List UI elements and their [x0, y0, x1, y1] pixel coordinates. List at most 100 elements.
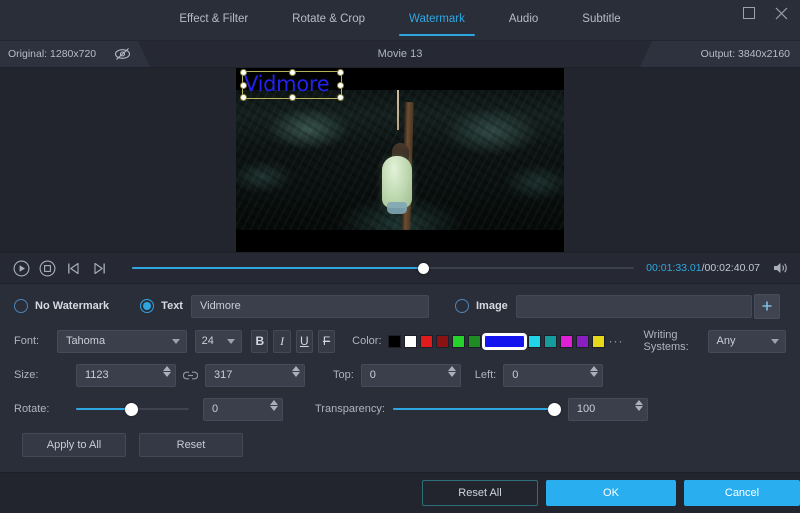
- letterbox-bottom: [236, 230, 564, 252]
- size-height-value: 317: [214, 369, 232, 381]
- writing-systems-select[interactable]: Any: [708, 330, 786, 353]
- play-circle-icon: [13, 260, 30, 277]
- watermark-selection-box[interactable]: Vidmore: [242, 71, 342, 99]
- maximize-icon: [743, 7, 755, 19]
- italic-button[interactable]: I: [273, 330, 290, 353]
- size-position-row: Size: 1123 317 Top: 0 Left:: [14, 360, 786, 390]
- seek-handle[interactable]: [418, 263, 429, 274]
- writing-systems-value: Any: [717, 335, 736, 347]
- previous-frame-button[interactable]: [62, 257, 84, 279]
- radio-image-watermark[interactable]: [455, 299, 469, 313]
- close-button[interactable]: [770, 3, 792, 23]
- cancel-button[interactable]: Cancel: [684, 480, 800, 506]
- seek-bar[interactable]: [132, 258, 634, 278]
- reset-button[interactable]: Reset: [139, 433, 243, 457]
- color-swatch[interactable]: [388, 335, 401, 348]
- color-swatch[interactable]: [452, 335, 465, 348]
- radio-no-watermark[interactable]: [14, 299, 28, 313]
- watermark-text-input[interactable]: [191, 295, 429, 318]
- radio-image-watermark-label[interactable]: Image: [476, 300, 508, 312]
- size-width-value: 1123: [85, 369, 109, 381]
- watermark-image-path-input[interactable]: [516, 295, 752, 318]
- rotate-stepper[interactable]: 0: [203, 398, 283, 421]
- preview-toggle-button[interactable]: [112, 45, 132, 63]
- resize-handle-top-left[interactable]: [240, 69, 247, 76]
- color-swatch[interactable]: [528, 335, 541, 348]
- tab-subtitle[interactable]: Subtitle: [560, 0, 642, 40]
- top-value: 0: [370, 369, 376, 381]
- color-swatch[interactable]: [544, 335, 557, 348]
- video-stage[interactable]: Vidmore: [236, 68, 564, 252]
- color-swatch[interactable]: [592, 335, 605, 348]
- radio-text-watermark[interactable]: [140, 299, 154, 313]
- slider-handle[interactable]: [125, 403, 138, 416]
- stepper-arrows[interactable]: [590, 366, 598, 377]
- resize-handle-top-right[interactable]: [337, 69, 344, 76]
- aspect-ratio-link-button[interactable]: [183, 370, 198, 381]
- tab-bar: Effect & Filter Rotate & Crop Watermark …: [0, 0, 800, 40]
- strikethrough-button[interactable]: F: [318, 330, 335, 353]
- add-image-button[interactable]: [754, 294, 780, 319]
- swing-rope: [397, 90, 399, 130]
- size-label: Size:: [14, 369, 76, 381]
- next-frame-button[interactable]: [88, 257, 110, 279]
- stepper-arrows[interactable]: [635, 400, 643, 411]
- playback-controls-bar: 00:01:33.01/00:02:40.07: [0, 252, 800, 284]
- volume-button[interactable]: [770, 258, 790, 278]
- stepper-arrows[interactable]: [163, 366, 171, 377]
- tab-effect-filter[interactable]: Effect & Filter: [157, 0, 270, 40]
- slider-handle[interactable]: [548, 403, 561, 416]
- tab-watermark[interactable]: Watermark: [387, 0, 487, 40]
- play-button[interactable]: [10, 257, 32, 279]
- tab-label: Subtitle: [582, 13, 620, 25]
- resize-handle-top-center[interactable]: [289, 69, 296, 76]
- plus-icon: [761, 300, 773, 312]
- transparency-stepper[interactable]: 100: [568, 398, 648, 421]
- color-swatch[interactable]: [468, 335, 481, 348]
- color-swatch[interactable]: [436, 335, 449, 348]
- reset-all-button[interactable]: Reset All: [422, 480, 538, 506]
- window-controls: [738, 3, 792, 23]
- color-label: Color:: [352, 335, 381, 347]
- rotate-slider[interactable]: [76, 400, 189, 418]
- resize-handle-bottom-center[interactable]: [289, 94, 296, 101]
- writing-systems-label: Writing Systems:: [644, 329, 701, 353]
- color-swatch[interactable]: [560, 335, 573, 348]
- ok-button[interactable]: OK: [546, 480, 676, 506]
- resize-handle-middle-left[interactable]: [240, 82, 247, 89]
- stop-button[interactable]: [36, 257, 58, 279]
- top-stepper[interactable]: 0: [361, 364, 461, 387]
- chevron-down-icon: [227, 339, 235, 344]
- stepper-arrows[interactable]: [448, 366, 456, 377]
- rotate-label: Rotate:: [14, 403, 76, 415]
- resize-handle-bottom-left[interactable]: [240, 94, 247, 101]
- bold-button[interactable]: B: [251, 330, 268, 353]
- size-width-stepper[interactable]: 1123: [76, 364, 176, 387]
- link-icon: [183, 370, 198, 381]
- apply-to-all-button[interactable]: Apply to All: [22, 433, 126, 457]
- size-height-stepper[interactable]: 317: [205, 364, 305, 387]
- font-family-value: Tahoma: [66, 335, 105, 347]
- maximize-button[interactable]: [738, 3, 760, 23]
- font-family-select[interactable]: Tahoma: [57, 330, 187, 353]
- radio-no-watermark-label[interactable]: No Watermark: [35, 300, 109, 312]
- resize-handle-bottom-right[interactable]: [337, 94, 344, 101]
- stepper-arrows[interactable]: [270, 400, 278, 411]
- left-stepper[interactable]: 0: [503, 364, 603, 387]
- resize-handle-middle-right[interactable]: [337, 82, 344, 89]
- more-colors-button[interactable]: ···: [609, 334, 624, 348]
- color-swatch[interactable]: [484, 335, 525, 348]
- font-size-select[interactable]: 24: [195, 330, 243, 353]
- radio-text-watermark-label[interactable]: Text: [161, 300, 183, 312]
- color-swatch[interactable]: [404, 335, 417, 348]
- tab-label: Watermark: [409, 13, 465, 25]
- underline-button[interactable]: U: [296, 330, 313, 353]
- transparency-slider[interactable]: [393, 400, 558, 418]
- color-swatch[interactable]: [576, 335, 589, 348]
- color-swatch[interactable]: [420, 335, 433, 348]
- stepper-arrows[interactable]: [292, 366, 300, 377]
- tab-audio[interactable]: Audio: [487, 0, 560, 40]
- left-label: Left:: [475, 369, 496, 381]
- tab-rotate-crop[interactable]: Rotate & Crop: [270, 0, 387, 40]
- transparency-value: 100: [577, 403, 595, 415]
